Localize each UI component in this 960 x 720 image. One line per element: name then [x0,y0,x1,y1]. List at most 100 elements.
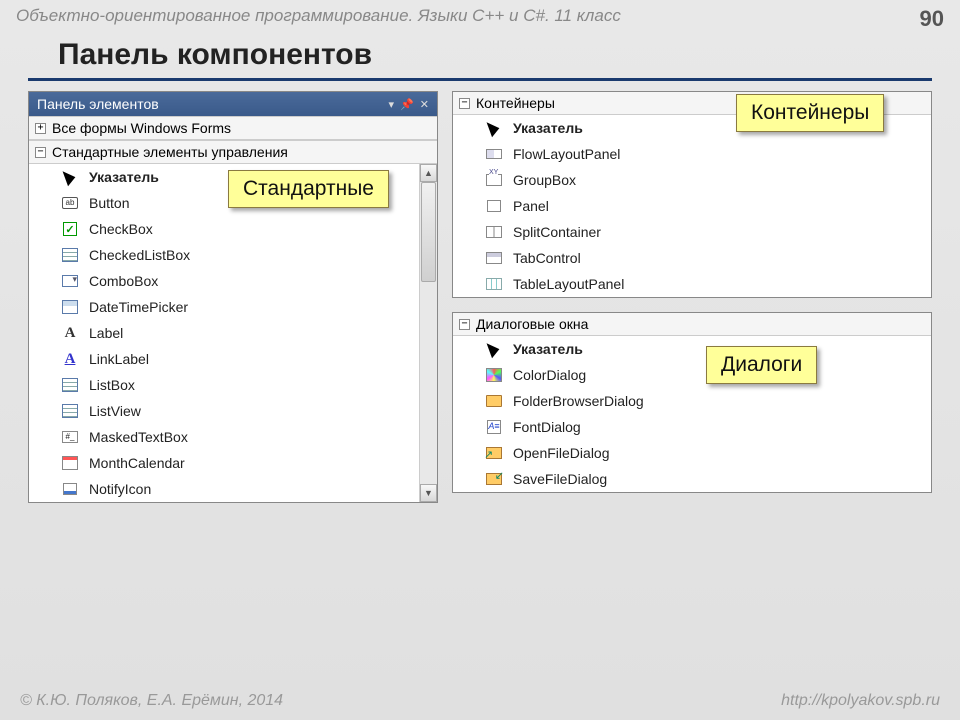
group-icon [485,171,503,189]
toolbox-item-label: Указатель [513,120,583,136]
grid-icon [61,298,79,316]
toolbox-item[interactable]: ✓CheckBox [29,216,419,242]
category-standard[interactable]: − Стандартные элементы управления [29,140,437,164]
category-all-forms[interactable]: + Все формы Windows Forms [29,116,437,140]
category-label: Контейнеры [476,95,555,111]
toolbox-item-label: ListView [89,403,141,419]
course-label: Объектно-ориентированное программировани… [16,6,621,32]
dialogs-panel: − Диалоговые окна Указатель ColorDialog Fo… [452,312,932,493]
footer-url: http://kpolyakov.spb.ru [781,692,940,710]
toolbox-item[interactable]: FolderBrowserDialog [453,388,931,414]
vertical-scrollbar[interactable]: ▲ ▼ [419,164,437,502]
toolbox-item[interactable]: Указатель [453,336,931,362]
category-label: Все формы Windows Forms [52,120,231,136]
cursor-icon [485,119,503,137]
toolbox-item-label: SaveFileDialog [513,471,607,487]
toolbox-item[interactable]: MonthCalendar [29,450,419,476]
toolbox-item-label: MonthCalendar [89,455,185,471]
toolbox-item-label: GroupBox [513,172,576,188]
notify-icon [61,480,79,498]
box-ab-icon: ab [61,194,79,212]
callout-containers: Контейнеры [736,94,884,132]
list-icon [61,402,79,420]
close-icon[interactable]: ✕ [420,98,429,111]
toolbox-item-label: Panel [513,198,549,214]
toolbox-item-label: Button [89,195,129,211]
page-number: 90 [920,6,944,32]
expand-icon[interactable]: + [35,123,46,134]
scroll-up-icon[interactable]: ▲ [420,164,437,182]
toolbox-item[interactable]: TabControl [453,245,931,271]
toolbox-item-label: LinkLabel [89,351,149,367]
collapse-icon[interactable]: − [459,98,470,109]
toolbox-item[interactable]: DateTimePicker [29,294,419,320]
toolbox-item-label: ListBox [89,377,135,393]
panel-icon [485,197,503,215]
toolbox-item-label: DateTimePicker [89,299,188,315]
split-icon [485,223,503,241]
toolbox-item[interactable]: OpenFileDialog [453,440,931,466]
A-icon: A [61,324,79,342]
toolbox-item-label: Указатель [89,169,159,185]
save-icon [485,470,503,488]
toolbox-item[interactable]: ListBox [29,372,419,398]
open-icon [485,444,503,462]
folder-icon [485,392,503,410]
toolbox-item-label: NotifyIcon [89,481,151,497]
cursor-icon [61,168,79,186]
scroll-thumb[interactable] [421,182,436,282]
toolbox-item-label: OpenFileDialog [513,445,610,461]
toolbox-item[interactable]: FlowLayoutPanel [453,141,931,167]
toolbox-item-label: FolderBrowserDialog [513,393,644,409]
toolbox-item[interactable]: Panel [453,193,931,219]
toolbox-item[interactable]: ComboBox [29,268,419,294]
callout-standard: Стандартные [228,170,389,208]
toolbox-item[interactable]: CheckedListBox [29,242,419,268]
category-label: Стандартные элементы управления [52,144,288,160]
toolbox-titlebar[interactable]: Панель элементов ▾ 📌 ✕ [29,92,437,116]
toolbox-item-label: FontDialog [513,419,581,435]
toolbox-item-label: Label [89,325,123,341]
toolbox-item[interactable]: SaveFileDialog [453,466,931,492]
category-label: Диалоговые окна [476,316,588,332]
toolbox-item[interactable]: ColorDialog [453,362,931,388]
copyright: © К.Ю. Поляков, Е.А. Ерёмин, 2014 [20,692,283,710]
tlp-icon [485,275,503,293]
flow-icon [485,145,503,163]
pin-icon[interactable]: 📌 [400,98,414,111]
list-icon [61,246,79,264]
check-icon: ✓ [61,220,79,238]
font-icon: A≡ [485,418,503,436]
toolbox-item-label: Указатель [513,341,583,357]
toolbox-item[interactable]: #_ MaskedTextBox [29,424,419,450]
toolbox-item-label: SplitContainer [513,224,601,240]
toolbox-item[interactable]: ALinkLabel [29,346,419,372]
combo-icon [61,272,79,290]
cal-icon [61,454,79,472]
toolbox-item[interactable]: A Label [29,320,419,346]
toolbox-item-label: FlowLayoutPanel [513,146,620,162]
toolbox-title: Панель элементов [37,96,159,112]
toolbox-item[interactable]: A≡ FontDialog [453,414,931,440]
toolbox-item[interactable]: GroupBox [453,167,931,193]
toolbox-item-label: TabControl [513,250,581,266]
toolbox-item-label: ColorDialog [513,367,586,383]
toolbox-item[interactable]: NotifyIcon [29,476,419,502]
category-dialogs[interactable]: − Диалоговые окна [453,313,931,336]
scroll-down-icon[interactable]: ▼ [420,484,437,502]
collapse-icon[interactable]: − [459,319,470,330]
cursor-icon [485,340,503,358]
toolbox-item[interactable]: SplitContainer [453,219,931,245]
dropdown-icon[interactable]: ▾ [389,98,395,111]
tab-icon [485,249,503,267]
toolbox-item-label: TableLayoutPanel [513,276,624,292]
callout-dialogs: Диалоги [706,346,817,384]
toolbox-item[interactable]: ListView [29,398,419,424]
toolbox-item-label: ComboBox [89,273,158,289]
mask-icon: #_ [61,428,79,446]
list-icon [61,376,79,394]
toolbox-item-label: CheckedListBox [89,247,190,263]
toolbox-item-label: MaskedTextBox [89,429,188,445]
collapse-icon[interactable]: − [35,147,46,158]
toolbox-item[interactable]: TableLayoutPanel [453,271,931,297]
